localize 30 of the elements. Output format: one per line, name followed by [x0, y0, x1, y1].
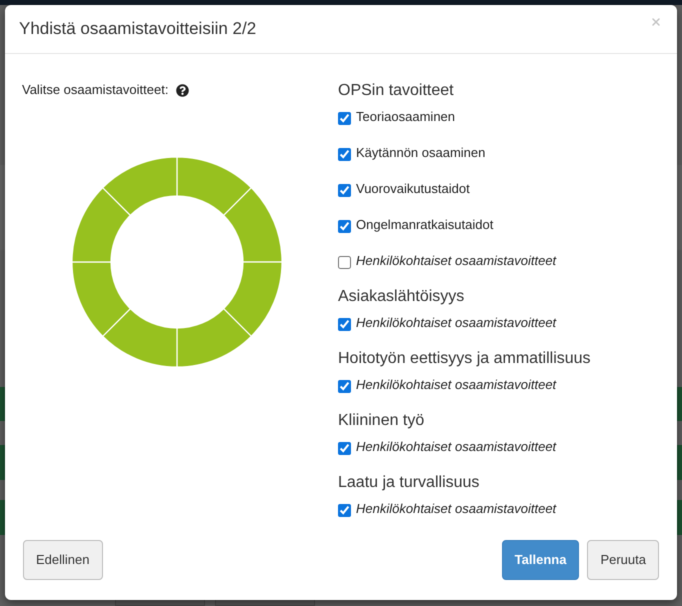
selector-label: Valitse osaamistavoitteet:: [22, 81, 168, 100]
group-heading: Asiakaslähtöisyys: [338, 287, 464, 307]
checkbox[interactable]: [338, 504, 351, 517]
checkbox[interactable]: [338, 256, 351, 269]
checkbox[interactable]: [338, 380, 351, 393]
checkbox-label: Teoriaosaaminen: [356, 108, 456, 126]
checkbox-label: Henkilökohtaiset osaamistavoitteet: [356, 252, 556, 270]
checkbox[interactable]: [338, 184, 351, 197]
close-icon: [650, 16, 662, 28]
checkbox[interactable]: [338, 318, 351, 331]
dialog-title: Yhdistä osaamistavoitteisiin 2/2: [19, 18, 256, 40]
checkbox[interactable]: [338, 220, 351, 233]
checkbox[interactable]: [338, 148, 351, 161]
checkbox-label: Vuorovaikutustaidot: [356, 180, 470, 198]
checkbox-label: Henkilökohtaiset osaamistavoitteet: [356, 314, 556, 332]
group-heading: Laatu ja turvallisuus: [338, 473, 480, 493]
checkbox-label: Käytännön osaaminen: [356, 144, 486, 162]
group-heading: OPSin tavoitteet: [338, 81, 454, 101]
checkbox[interactable]: [338, 112, 351, 125]
group-heading: Kliininen työ: [338, 411, 424, 431]
dialog-button[interactable]: Edellinen: [23, 540, 102, 580]
checkbox[interactable]: [338, 442, 351, 455]
save-button[interactable]: Tallenna: [502, 540, 580, 580]
group-heading: Hoitotyön eettisyys ja ammatillisuus: [338, 349, 591, 369]
help-icon[interactable]: [176, 84, 190, 96]
checkbox-label: Henkilökohtaiset osaamistavoitteet: [356, 438, 556, 456]
checkbox-label: Henkilökohtaiset osaamistavoitteet: [356, 500, 556, 518]
checkbox-label: Henkilökohtaiset osaamistavoitteet: [356, 376, 556, 394]
dialog-button[interactable]: Peruuta: [587, 540, 659, 580]
checkbox-label: Ongelmanratkaisutaidot: [356, 216, 494, 234]
